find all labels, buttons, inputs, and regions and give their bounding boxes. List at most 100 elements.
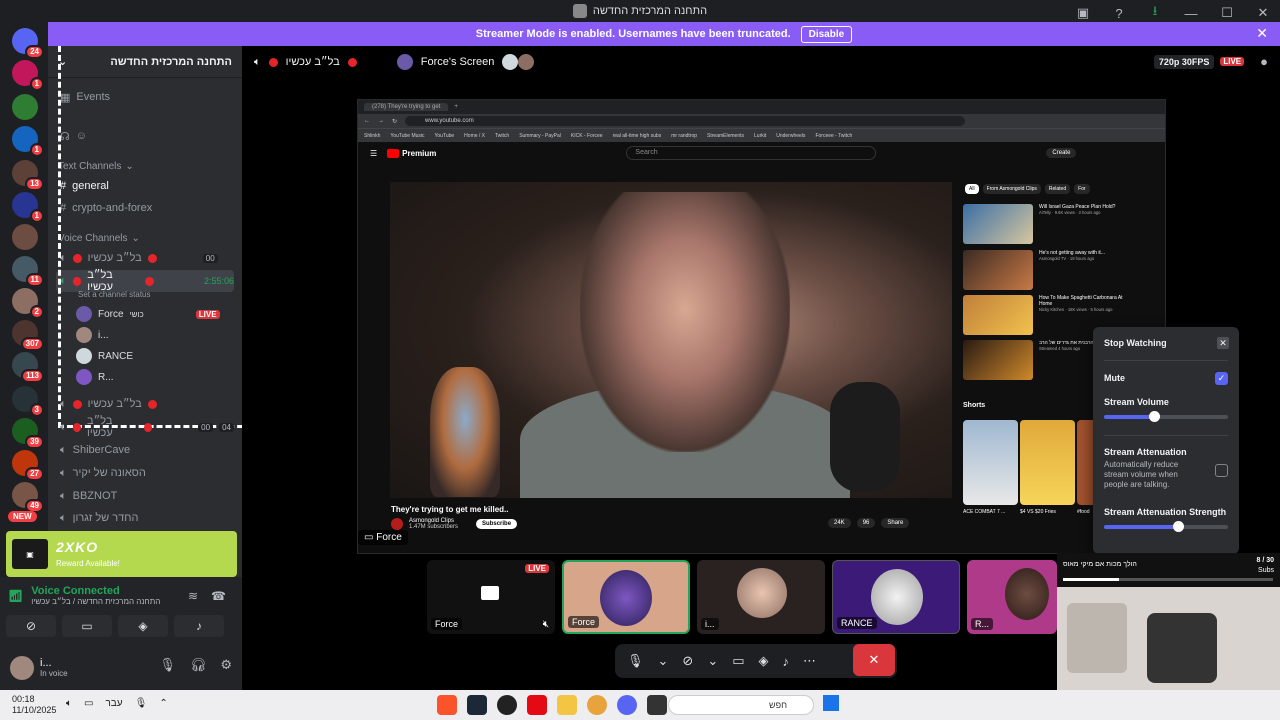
chevron-down-icon[interactable]: ⌄: [707, 653, 718, 669]
shared-screen[interactable]: (278) They're trying to get + ← → ↻ www.…: [357, 99, 1166, 554]
bookmark[interactable]: YouTube Music: [390, 133, 424, 139]
more-icon[interactable]: ⋯: [803, 653, 816, 669]
speaker-icon[interactable]: 🔈︎: [66, 698, 72, 709]
voice-channel[interactable]: 🔈︎ ShiberCave: [56, 439, 234, 461]
app-icon[interactable]: [587, 695, 607, 715]
chat-bubble-icon[interactable]: ●: [1260, 54, 1268, 69]
camera-off-icon[interactable]: ⊘: [682, 653, 693, 669]
participant-tile[interactable]: R...: [967, 560, 1057, 634]
soundboard-icon[interactable]: ♪: [783, 654, 790, 669]
server-icon[interactable]: 1: [12, 126, 44, 157]
maximize-button[interactable]: ☐: [1218, 5, 1236, 21]
signal-icon[interactable]: 📶︎: [8, 589, 23, 603]
participant-tile[interactable]: Force: [562, 560, 690, 634]
server-icon[interactable]: 3: [12, 386, 44, 417]
reward-banner[interactable]: ▣ 2XKO Reward Available!: [6, 531, 237, 577]
voice-channel[interactable]: 🔈︎ בל״ב עכשיו 00: [56, 247, 234, 269]
channel-crypto[interactable]: # crypto-and-forex: [56, 197, 234, 219]
plus-icon[interactable]: +: [454, 104, 458, 110]
chatgpt-icon[interactable]: [497, 695, 517, 715]
microphone-icon[interactable]: 🎙︎: [135, 698, 148, 709]
short-thumbnail[interactable]: [1020, 420, 1075, 505]
bookmark[interactable]: Forceee - Twitch: [815, 133, 852, 139]
participant-tile[interactable]: LIVE Force 🔇︎: [427, 560, 555, 634]
browser-tab[interactable]: (278) They're trying to get: [364, 103, 449, 111]
bookmark[interactable]: Twitch: [495, 133, 509, 139]
menu-icon[interactable]: ☰: [370, 149, 377, 158]
soundboard-button[interactable]: ♪: [174, 615, 224, 637]
participant-tile[interactable]: RANCE: [832, 560, 960, 634]
end-call-button[interactable]: ✕: [853, 644, 895, 676]
stop-watching-icon[interactable]: ✕: [1217, 337, 1229, 349]
disable-button[interactable]: Disable: [800, 25, 853, 43]
url-field[interactable]: www.youtube.com: [405, 116, 966, 126]
server-icon[interactable]: [12, 224, 38, 250]
subscribe-button[interactable]: Subscribe: [476, 519, 518, 529]
stop-watching-item[interactable]: Stop Watching: [1104, 338, 1167, 348]
server-icon[interactable]: 27: [12, 450, 44, 481]
short-thumbnail[interactable]: [963, 420, 1018, 505]
channel-general[interactable]: # general: [56, 175, 234, 197]
microphone-icon[interactable]: 🎙︎: [159, 657, 176, 673]
screen-share-button[interactable]: ▭: [62, 615, 112, 637]
bookmark[interactable]: StreamElements: [707, 133, 744, 139]
recommendation[interactable]: Will Israel Gaza Peace Plan Hold? AiTelly…: [963, 204, 1129, 244]
share-button[interactable]: Share: [881, 518, 910, 528]
screen-share-icon[interactable]: ▭: [732, 653, 744, 669]
chip[interactable]: From Asmongold Clips: [982, 184, 1041, 194]
bookmark[interactable]: Lurkit: [754, 133, 766, 139]
server-icon[interactable]: 2: [12, 288, 44, 319]
vc-user-rance[interactable]: RANCE: [76, 346, 133, 366]
chevron-up-icon[interactable]: ⌃: [159, 698, 167, 709]
server-icon[interactable]: 49: [12, 482, 44, 513]
server-icon[interactable]: [12, 94, 38, 120]
netflix-icon[interactable]: [527, 695, 547, 715]
folder-icon[interactable]: [557, 695, 577, 715]
video-player[interactable]: [390, 182, 952, 498]
download-icon[interactable]: ⭳: [1146, 2, 1164, 24]
inbox-icon[interactable]: ▣: [1074, 5, 1092, 21]
attenuation-strength-slider[interactable]: [1104, 521, 1228, 532]
back-icon[interactable]: ←: [364, 118, 370, 124]
voice-channel[interactable]: 🔈︎ בל״ב עכשיו 00 04: [56, 415, 234, 439]
youtube-search[interactable]: Search: [626, 146, 877, 160]
recommendation[interactable]: He's not getting away with it... Asmongol…: [963, 250, 1129, 290]
server-icon[interactable]: 13: [12, 160, 44, 191]
voice-channel[interactable]: 🔈︎ בל״ב עכשיו: [56, 393, 234, 415]
set-status-link[interactable]: Set a channel status: [78, 290, 151, 299]
bookmark[interactable]: Summary - PayPal: [519, 133, 561, 139]
language-indicator[interactable]: עבר: [105, 698, 122, 709]
stream-volume-slider[interactable]: [1104, 411, 1228, 422]
vc-user-force[interactable]: Force כושי LIVE: [76, 304, 220, 324]
bookmark[interactable]: KICK - Forcee: [571, 133, 603, 139]
vc-user[interactable]: i...: [76, 325, 109, 345]
activity-button[interactable]: ◈: [118, 615, 168, 637]
participant-tile[interactable]: i...: [697, 560, 825, 634]
chip[interactable]: Related: [1044, 184, 1071, 194]
category-text-channels[interactable]: Text Channels ⌄: [58, 161, 134, 172]
server-header[interactable]: התחנה המרכזית החדשה ⌄: [48, 46, 242, 78]
voice-status-text[interactable]: Voice Connected: [31, 585, 160, 597]
steam-icon[interactable]: [467, 695, 487, 715]
brave-icon[interactable]: [437, 695, 457, 715]
avatar[interactable]: [10, 655, 34, 680]
windows-start-icon[interactable]: [823, 695, 839, 711]
close-button[interactable]: ✕: [1254, 5, 1272, 21]
taskbar-search[interactable]: חפש: [668, 695, 814, 715]
microphone-icon[interactable]: 🎙︎: [627, 653, 644, 669]
vc-user[interactable]: R...: [76, 367, 114, 387]
monitor-icon[interactable]: ▭: [84, 698, 93, 709]
close-icon[interactable]: ✕: [1256, 25, 1268, 42]
voice-channel[interactable]: 🔈︎ החדר של זגרון: [56, 507, 234, 529]
channel-item[interactable]: ☊ ☺: [56, 125, 234, 147]
bookmark[interactable]: real all-time high subs: [613, 133, 662, 139]
chip[interactable]: For: [1074, 184, 1090, 194]
clock[interactable]: 00:18 11/10/2025: [12, 694, 56, 716]
chevron-down-icon[interactable]: ⌄: [658, 653, 669, 669]
bookmark[interactable]: Underwheels: [776, 133, 805, 139]
discord-icon[interactable]: [617, 695, 637, 715]
camera-off-button[interactable]: ⊘: [6, 615, 56, 637]
server-icon[interactable]: 307: [12, 320, 44, 351]
chip[interactable]: All: [965, 184, 979, 194]
activity-icon[interactable]: ◈: [759, 653, 769, 669]
